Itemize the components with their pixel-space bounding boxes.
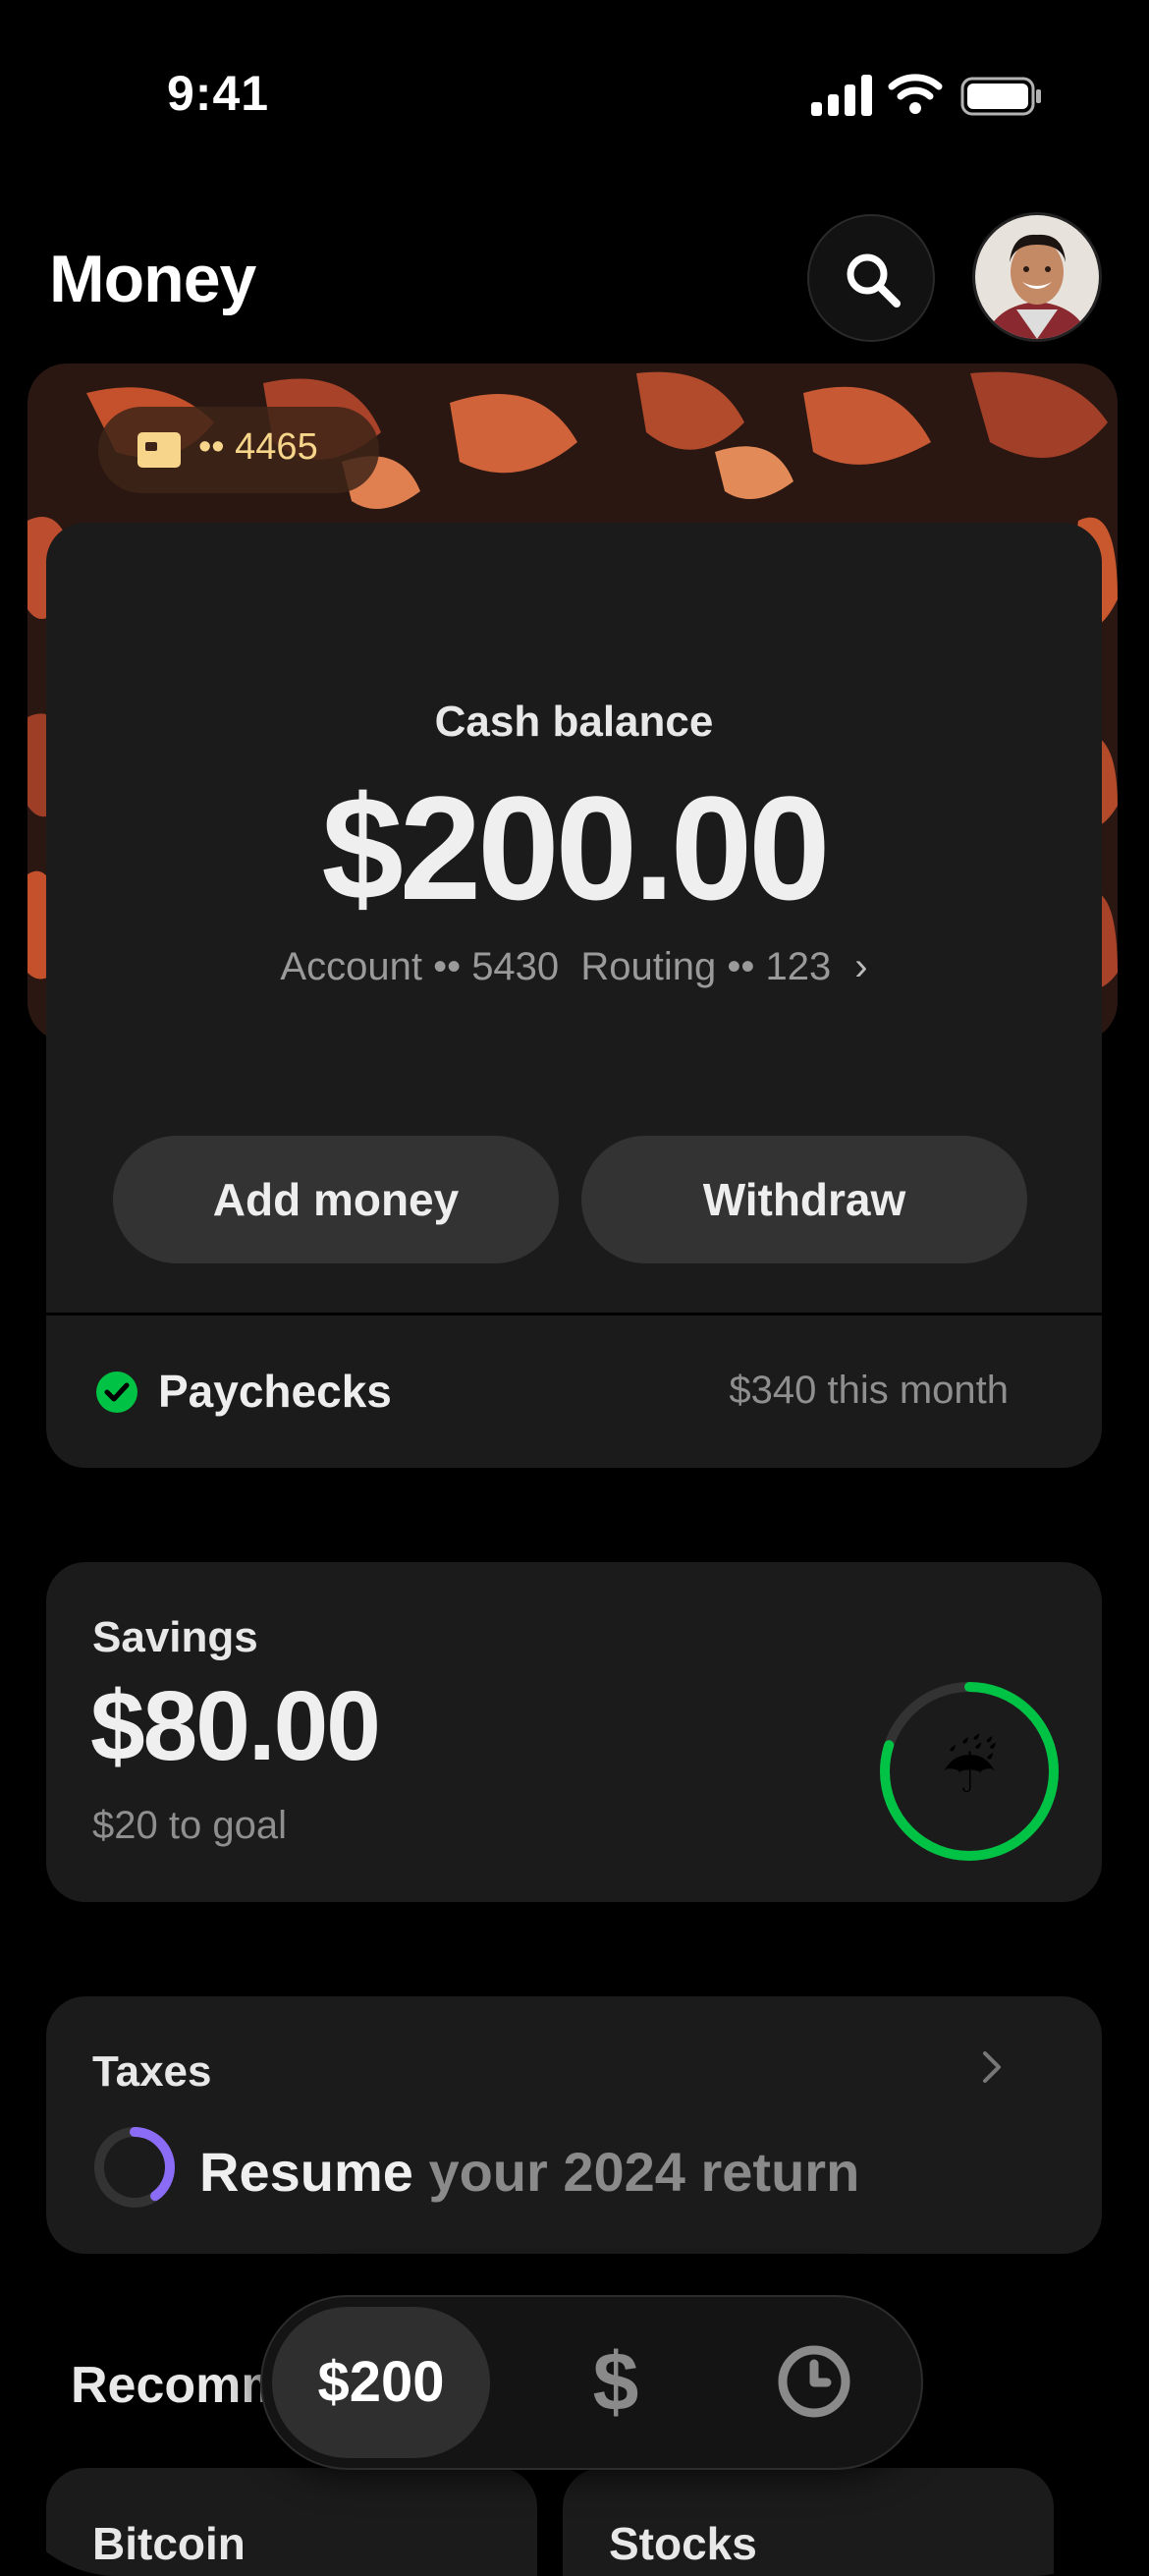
paychecks-value: $340 this month [729,1369,1009,1412]
bitcoin-card[interactable]: Bitcoin [46,2468,537,2576]
tax-return-text: your 2024 return [428,2141,860,2203]
card-number: •• 4465 [198,426,318,468]
taxes-label: Taxes [92,2047,212,2096]
status-bar: 9:41 [0,0,1149,147]
savings-label: Savings [92,1613,258,1661]
taxes-card[interactable]: Taxes Resume your 2024 return [46,1996,1102,2254]
bitcoin-label: Bitcoin [92,2518,246,2569]
tab-money[interactable]: $200 [272,2307,490,2458]
tax-progress-ring [94,2127,175,2208]
stocks-label: Stocks [609,2518,757,2569]
umbrella-icon: ☔ [941,1733,997,1806]
status-time: 9:41 [167,66,270,121]
cash-balance-label: Cash balance [434,698,714,746]
check-circle-icon [96,1372,137,1413]
stocks-card[interactable]: Stocks [563,2468,1054,2576]
chevron-right-icon: › [854,945,868,988]
savings-amount: $80.00 [90,1671,381,1781]
savings-goal-ring: ☔ [880,1682,1059,1861]
paychecks-label: Paychecks [158,1366,392,1417]
search-icon [847,253,901,308]
account-routing-link[interactable]: Account •• 5430 Routing •• 123 › [46,945,1102,989]
cash-balance-panel: Cash balance $200.00 Account •• 5430 Rou… [46,523,1102,1468]
savings-card[interactable]: Savings $80.00 $20 to goal ☔ [46,1562,1102,1902]
wifi-icon [888,74,943,114]
routing-number: Routing •• 123 [580,945,832,988]
cellular-signal-icon [811,75,872,116]
tab-pay[interactable]: $ [557,2323,675,2440]
clock-icon[interactable] [773,2340,855,2423]
card-icon [137,432,181,468]
phone-screen: 9:41 Money •• 4465 Cash balance $200.00 … [0,0,1149,2576]
tax-resume-text: Resume your 2024 return [199,2140,859,2204]
profile-avatar[interactable] [972,212,1102,342]
add-money-button[interactable]: Add money [113,1136,559,1263]
paychecks-row[interactable]: Paychecks $340 this month [46,1316,1102,1468]
savings-goal-text: $20 to goal [92,1804,287,1847]
avatar-photo [975,215,1099,339]
battery-icon [960,77,1041,116]
recommended-heading: Recomm [71,2357,287,2414]
withdraw-button[interactable]: Withdraw [581,1136,1027,1263]
card-number-chip[interactable]: •• 4465 [98,407,379,493]
chevron-right-icon [983,2051,1001,2083]
page-title: Money [49,242,256,316]
bottom-tab-bar: $200 $ [260,2295,923,2470]
cash-balance-amount: $200.00 [321,765,830,930]
tax-action: Resume [199,2141,413,2203]
account-number: Account •• 5430 [280,945,560,988]
search-button[interactable] [807,214,935,342]
